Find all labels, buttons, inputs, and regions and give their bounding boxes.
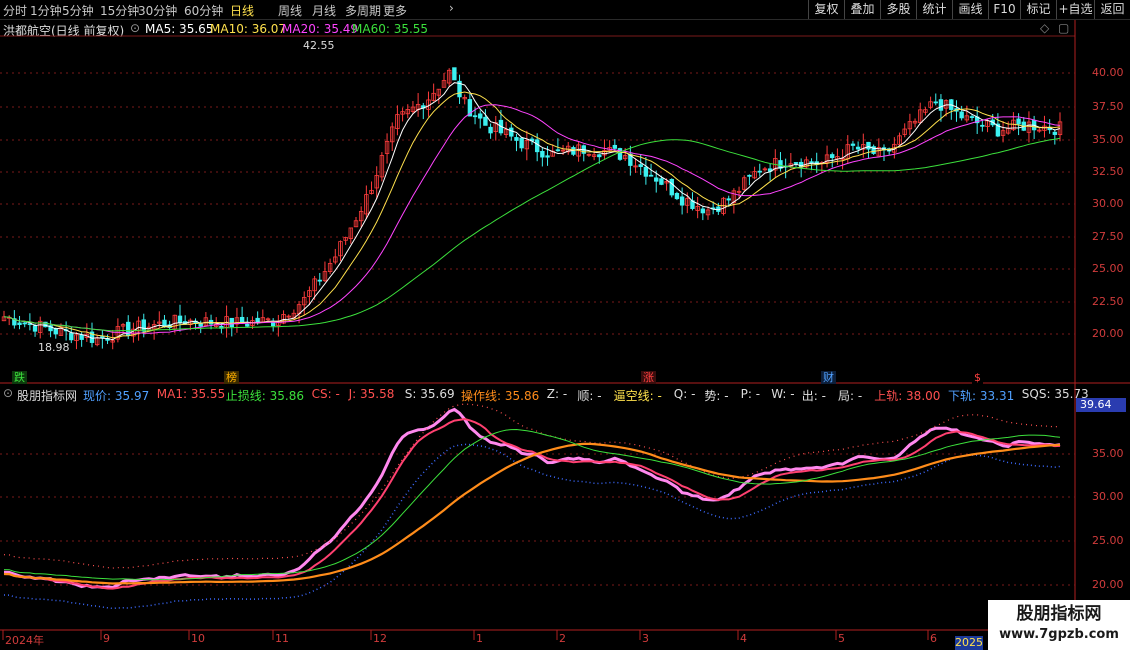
y-tick-6: 25.00 <box>1092 262 1124 275</box>
indicator-operation-line <box>3 442 1061 585</box>
candle-body-4 <box>22 322 27 325</box>
watermark: 股朋指标网 www.7gpzb.com <box>988 600 1130 650</box>
low-price-label: 18.98 <box>38 341 70 354</box>
candle-body-131 <box>679 196 685 206</box>
high-price-label: 42.55 <box>303 39 335 52</box>
date-label-8: 4 <box>740 632 747 645</box>
watermark-url: www.7gpzb.com <box>999 627 1119 642</box>
candle-body-99 <box>514 137 519 141</box>
event-marker-2[interactable]: 涨 <box>641 371 656 384</box>
candle-body-61 <box>317 279 322 282</box>
ind-y-tick-1: 30.00 <box>1092 490 1124 503</box>
candle-body-93 <box>483 116 488 126</box>
y-tick-7: 22.50 <box>1092 295 1124 308</box>
candle-body-94 <box>488 126 493 134</box>
candle-body-105 <box>545 155 550 158</box>
candle-body-146 <box>757 170 762 173</box>
ma5-line <box>3 82 1061 341</box>
date-label-2: 10 <box>191 632 205 645</box>
chart-canvas[interactable] <box>0 0 1130 650</box>
candle-body-140 <box>726 198 731 201</box>
candle-body-181 <box>938 99 944 111</box>
indicator-lower-band <box>3 443 1061 610</box>
candle-body-180 <box>933 101 938 104</box>
year-badge: 2025 <box>955 636 983 650</box>
candle-body-129 <box>669 178 674 196</box>
y-tick-5: 27.50 <box>1092 230 1124 243</box>
candle-body-13 <box>69 332 74 341</box>
indicator-upper-band <box>3 403 1061 569</box>
indicator-pink-line <box>3 407 1061 590</box>
date-label-5: 1 <box>476 632 483 645</box>
candle-body-187 <box>969 116 975 118</box>
candle-body-123 <box>638 164 643 168</box>
date-label-10: 6 <box>930 632 937 645</box>
candle-body-196 <box>1016 118 1021 125</box>
candle-body-27 <box>141 319 146 332</box>
date-label-6: 2 <box>559 632 566 645</box>
candle-body-130 <box>674 193 680 200</box>
candle-body-119 <box>617 148 623 160</box>
candle-body-15 <box>79 334 84 340</box>
candle-body-156 <box>809 161 814 164</box>
date-label-7: 3 <box>642 632 649 645</box>
candle-body-127 <box>659 178 664 185</box>
event-marker-4[interactable]: $ <box>972 371 983 384</box>
date-label-0: 2024年 <box>5 634 44 647</box>
date-label-9: 5 <box>838 632 845 645</box>
date-label-3: 11 <box>275 632 289 645</box>
candle-body-98 <box>509 127 514 137</box>
candle-body-164 <box>850 143 856 146</box>
y-tick-2: 35.00 <box>1092 133 1124 146</box>
candle-body-165 <box>855 146 861 150</box>
ind-y-tick-3: 20.00 <box>1092 578 1124 591</box>
ma10-line <box>3 91 1061 339</box>
event-marker-1[interactable]: 榜 <box>224 371 239 384</box>
candle-body-6 <box>32 325 38 332</box>
candle-body-203 <box>1052 131 1058 135</box>
y-tick-4: 30.00 <box>1092 197 1124 210</box>
candle-body-104 <box>540 151 545 158</box>
candle-body-125 <box>648 174 654 177</box>
candle-body-3 <box>17 322 22 326</box>
candle-body-153 <box>793 162 799 164</box>
candle-body-118 <box>612 144 618 149</box>
candle-body-87 <box>452 67 457 81</box>
candle-body-100 <box>519 137 524 149</box>
candle-body-10 <box>53 328 58 335</box>
candle-body-115 <box>597 154 602 158</box>
date-label-1: 9 <box>103 632 110 645</box>
date-label-4: 12 <box>373 632 387 645</box>
candle-body-47 <box>245 323 250 327</box>
event-marker-3[interactable]: 财 <box>821 371 836 384</box>
candle-body-185 <box>959 111 964 119</box>
y-tick-1: 37.50 <box>1092 100 1124 113</box>
y-tick-3: 32.50 <box>1092 165 1124 178</box>
current-price-tag: 39.64 <box>1076 398 1126 412</box>
candle-body-107 <box>555 149 561 152</box>
y-tick-0: 40.00 <box>1092 66 1124 79</box>
candle-body-167 <box>866 141 871 150</box>
event-marker-0[interactable]: 跌 <box>12 371 27 384</box>
indicator-ma1-line <box>3 417 1061 590</box>
candle-body-144 <box>747 174 752 177</box>
candle-body-44 <box>229 317 234 328</box>
ind-y-tick-0: 35.00 <box>1092 447 1124 460</box>
candle-body-126 <box>654 177 659 182</box>
candle-body-160 <box>830 154 835 159</box>
y-tick-8: 20.00 <box>1092 327 1124 340</box>
candle-body-34 <box>177 315 183 323</box>
candle-body-103 <box>534 139 540 153</box>
watermark-title: 股朋指标网 <box>1016 604 1102 624</box>
candle-body-135 <box>700 208 706 214</box>
ind-y-tick-2: 25.00 <box>1092 534 1124 547</box>
candle-body-19 <box>100 336 105 339</box>
candle-body-124 <box>643 166 649 177</box>
candle-body-91 <box>472 115 478 118</box>
candle-body-189 <box>980 124 985 127</box>
candle-body-92 <box>478 113 483 119</box>
